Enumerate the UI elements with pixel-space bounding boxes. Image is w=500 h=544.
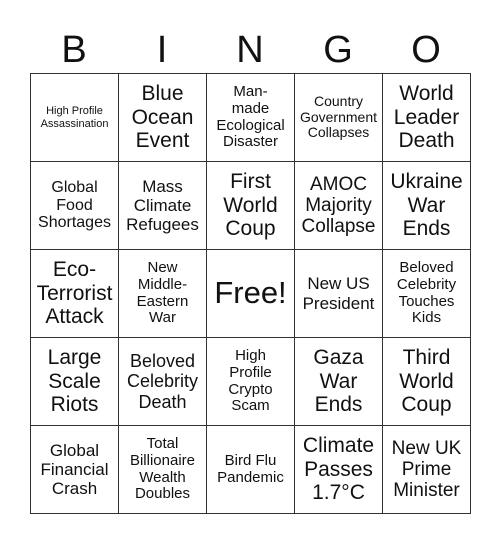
grid-row: Eco- Terrorist Attack New Middle- Eastern… xyxy=(30,249,471,338)
grid-row: Large Scale Riots Beloved Celebrity Death… xyxy=(30,337,471,426)
bingo-cell[interactable]: AMOC Majority Collapse xyxy=(294,161,383,250)
bingo-grid: High Profile Assassination Blue Ocean Eve… xyxy=(30,73,471,514)
bingo-cell[interactable]: First World Coup xyxy=(206,161,295,250)
header-letter-i: I xyxy=(156,29,168,71)
header-letter-n: N xyxy=(236,29,264,71)
bingo-cell[interactable]: Eco- Terrorist Attack xyxy=(30,249,119,338)
header-letter-b: B xyxy=(61,29,87,71)
bingo-cell[interactable]: Country Government Collapses xyxy=(294,73,383,162)
bingo-cell[interactable]: Beloved Celebrity Death xyxy=(118,337,207,426)
bingo-header: B I N G O xyxy=(30,28,470,73)
bingo-cell[interactable]: Ukraine War Ends xyxy=(382,161,471,250)
bingo-cell[interactable]: Climate Passes 1.7°C xyxy=(294,425,383,514)
bingo-cell[interactable]: New Middle- Eastern War xyxy=(118,249,207,338)
grid-row: High Profile Assassination Blue Ocean Eve… xyxy=(30,73,471,162)
bingo-cell[interactable]: Man- made Ecological Disaster xyxy=(206,73,295,162)
bingo-cell[interactable]: Gaza War Ends xyxy=(294,337,383,426)
header-letter-o: O xyxy=(411,29,441,71)
bingo-cell[interactable]: Beloved Celebrity Touches Kids xyxy=(382,249,471,338)
bingo-cell[interactable]: Mass Climate Refugees xyxy=(118,161,207,250)
bingo-cell[interactable]: Total Billionaire Wealth Doubles xyxy=(118,425,207,514)
bingo-cell[interactable]: High Profile Assassination xyxy=(30,73,119,162)
bingo-cell[interactable]: Blue Ocean Event xyxy=(118,73,207,162)
grid-row: Global Financial Crash Total Billionaire … xyxy=(30,425,471,514)
header-letter-g: G xyxy=(323,29,353,71)
bingo-cell[interactable]: Global Food Shortages xyxy=(30,161,119,250)
bingo-cell[interactable]: Bird Flu Pandemic xyxy=(206,425,295,514)
bingo-cell[interactable]: Global Financial Crash xyxy=(30,425,119,514)
bingo-cell[interactable]: Large Scale Riots xyxy=(30,337,119,426)
bingo-cell[interactable]: World Leader Death xyxy=(382,73,471,162)
bingo-cell[interactable]: Third World Coup xyxy=(382,337,471,426)
free-space-cell[interactable]: Free! xyxy=(206,249,295,338)
bingo-cell[interactable]: High Profile Crypto Scam xyxy=(206,337,295,426)
bingo-cell[interactable]: New US President xyxy=(294,249,383,338)
grid-row: Global Food Shortages Mass Climate Refuge… xyxy=(30,161,471,250)
bingo-cell[interactable]: New UK Prime Minister xyxy=(382,425,471,514)
